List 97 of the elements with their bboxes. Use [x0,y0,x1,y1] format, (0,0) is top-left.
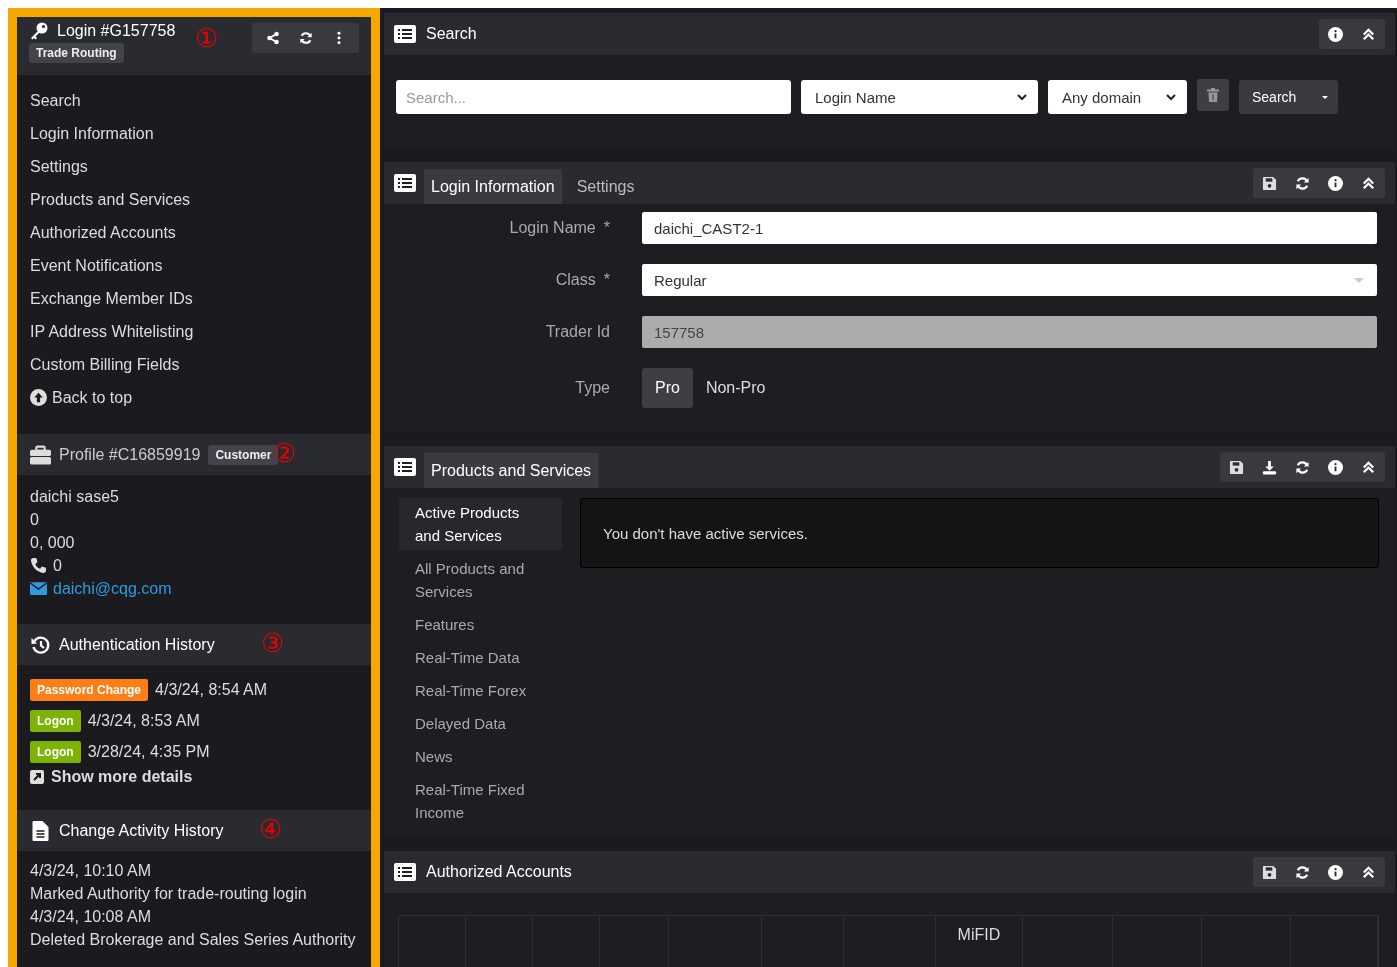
field-label: Type [575,379,610,397]
field-label: Trader Id [545,323,610,341]
nav-link[interactable]: Authorized Accounts [30,216,358,249]
callout-number: ④ [259,816,282,842]
section-title: Change Activity History [59,821,224,840]
panel-tab[interactable]: Login Information [424,169,562,204]
history-icon [30,634,51,655]
domain-select[interactable]: Any domain [1048,80,1187,114]
external-link-icon [30,770,44,784]
clear-button[interactable] [1197,79,1229,111]
required-mark: * [603,271,610,289]
refresh-icon [298,31,313,45]
chevrons-up-icon [1361,864,1376,880]
chevrons-up-icon [1361,26,1376,42]
panel-tab[interactable]: Settings [569,169,642,204]
nav-link[interactable]: IP Address Whitelisting [30,315,358,348]
save-icon [1262,175,1277,191]
empty-message: You don't have active services. [580,498,1379,568]
search-field[interactable]: Search... [396,80,791,114]
callout-number: ③ [261,630,284,656]
chevron-down-icon [1165,91,1177,103]
back-to-top-link[interactable]: Back to top [30,381,358,414]
panel-title: Search [426,25,477,43]
arrow-up-circle-icon [30,389,47,406]
event-tag: Logon [30,710,81,732]
chevrons-up-icon [1361,459,1376,475]
show-more-link[interactable]: Show more details [30,768,358,786]
nav-link[interactable]: Exchange Member IDs [30,282,358,315]
event-time: 4/3/24, 8:53 AM [87,712,200,730]
document-icon [30,820,51,841]
download-icon [1262,459,1277,475]
briefcase-icon [30,444,51,465]
field-label: Login Name [509,219,596,237]
class-select[interactable]: Regular [642,264,1377,296]
nav-link[interactable]: Event Notifications [30,249,358,282]
share-icon [265,31,280,45]
info-icon [1328,26,1343,42]
list-icon [394,458,416,476]
category-item[interactable]: Real-Time Fixed Income [399,775,562,827]
info-icon [1328,459,1343,475]
panel-title: Authorized Accounts [426,863,572,881]
nav-link[interactable]: Search [30,84,358,117]
nav-link[interactable]: Products and Services [30,183,358,216]
category-item[interactable]: Active Products and Services [399,498,562,550]
change-time: 4/3/24, 10:10 AM [30,861,152,881]
login-title: Login #G157758 [57,22,176,40]
chevron-down-icon [1016,91,1028,103]
envelope-icon [30,580,47,597]
category-item[interactable]: Features [399,610,562,639]
profile-text: 0, 000 [30,533,76,553]
event-tag: Logon [30,741,81,763]
change-description: Deleted Brokerage and Sales Series Authority [30,930,357,950]
info-icon [1328,864,1343,880]
search-by-select[interactable]: Login Name [801,80,1038,114]
nav-link[interactable]: Custom Billing Fields [30,348,358,381]
nav-link[interactable]: Login Information [30,117,358,150]
search-button[interactable]: Search [1239,80,1339,114]
change-description: Marked Authority for trade-routing login [30,884,308,904]
profile-text: daichi sase5 [30,487,120,507]
refresh-icon [1295,175,1310,191]
save-icon [1262,864,1277,880]
required-mark: * [603,219,610,237]
panel-tab[interactable]: Products and Services [424,453,599,488]
refresh-icon [1295,864,1310,880]
trash-icon [1206,88,1220,102]
login-type-badge: Trade Routing [29,43,124,63]
category-item[interactable]: Real-Time Data [399,643,562,672]
field-label: Class [555,271,596,289]
section-title: Authentication History [59,635,215,654]
event-time: 4/3/24, 8:54 AM [155,681,268,699]
category-item[interactable]: All Products and Services [399,554,562,606]
email-link[interactable]: daichi@cqg.com [53,577,172,600]
trader-id-field: 157758 [642,316,1377,348]
category-item[interactable]: News [399,742,562,771]
category-item[interactable]: Real-Time Forex [399,676,562,705]
list-icon [394,174,416,192]
event-tag: Password Change [30,679,149,701]
nav-link[interactable]: Settings [30,150,358,183]
profile-text: 0 [30,510,40,530]
refresh-icon [1295,459,1310,475]
column-header: MiFID [957,926,1001,945]
category-item[interactable]: Delayed Data [399,709,562,738]
profile-title: Profile #C16859919 [59,445,201,464]
phone-icon [30,557,47,574]
chevrons-up-icon [1361,175,1376,191]
list-icon [394,863,416,881]
phone-number: 0 [53,556,62,576]
change-time: 4/3/24, 10:08 AM [30,907,152,927]
save-icon [1229,459,1244,475]
type-option[interactable]: Non-Pro [692,368,779,408]
info-icon [1328,175,1343,191]
event-time: 3/28/24, 4:35 PM [87,743,210,761]
type-option[interactable]: Pro [642,368,693,408]
callout-number: ① [195,25,218,51]
login-name-field[interactable]: daichi_CAST2-1 [642,212,1377,244]
list-icon [394,25,416,43]
key-icon [29,21,49,41]
